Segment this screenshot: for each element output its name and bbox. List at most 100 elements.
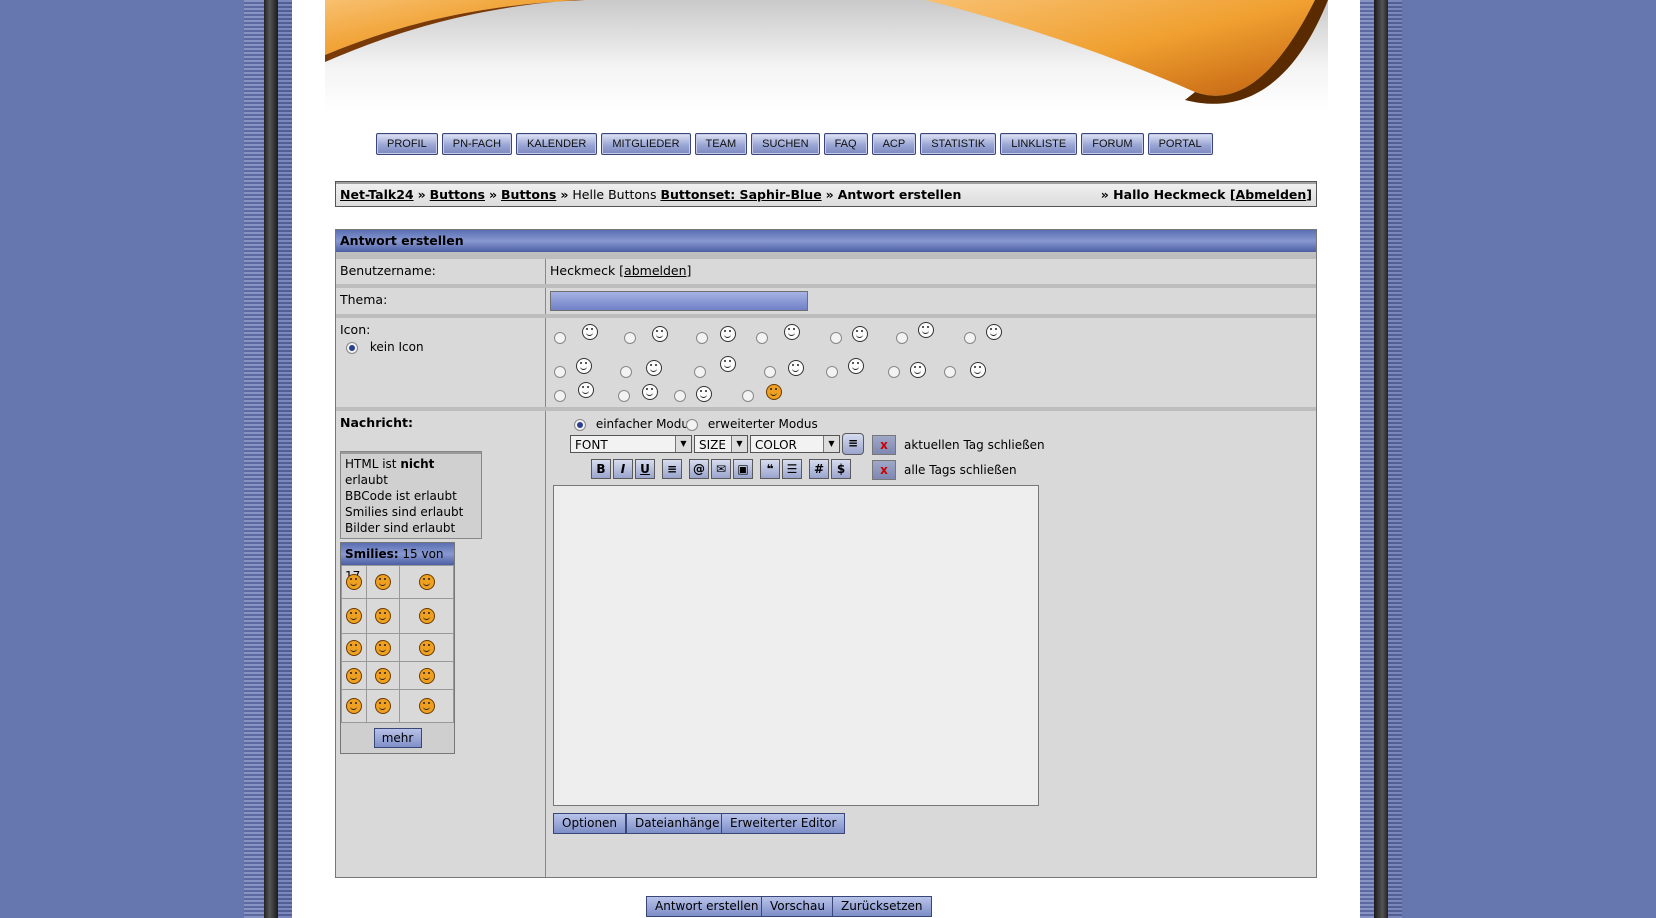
breadcrumb: Net-Talk24 » Buttons » Buttons » Helle B… — [335, 181, 1317, 207]
size-select[interactable]: SIZE ▼ — [694, 435, 748, 453]
breadcrumb-buttons-1[interactable]: Buttons — [430, 187, 485, 202]
close-all-tags-button[interactable]: x — [872, 460, 896, 480]
page: PROFIL PN-FACH KALENDER MITGLIEDER TEAM … — [292, 0, 1360, 918]
icon-radio[interactable] — [674, 389, 686, 402]
logout-link[interactable]: Abmelden — [1236, 187, 1307, 202]
icon-radio[interactable] — [896, 331, 908, 344]
smiley-icon[interactable] — [418, 698, 435, 714]
mode-simple-radio[interactable] — [574, 418, 586, 431]
smiley-icon[interactable] — [346, 667, 362, 684]
icon-radio[interactable] — [944, 365, 956, 378]
icon-radio[interactable] — [554, 365, 566, 378]
icon-radio[interactable] — [618, 389, 630, 402]
nav-pn-fach[interactable]: PN-FACH — [441, 133, 513, 155]
mode-extended-radio[interactable] — [686, 418, 698, 431]
nav-mitglieder[interactable]: MITGLIEDER — [601, 133, 691, 155]
icon-smiley — [696, 386, 712, 402]
abmelden-link[interactable]: [abmelden] — [619, 263, 691, 278]
nav-portal[interactable]: PORTAL — [1147, 133, 1213, 155]
smilies-table — [341, 565, 454, 723]
rule-html-a: HTML ist — [345, 457, 401, 471]
breadcrumb-buttons-2[interactable]: Buttons — [501, 187, 556, 202]
smiley-icon[interactable] — [375, 667, 391, 684]
smiley-icon[interactable] — [418, 667, 435, 684]
smiley-icon[interactable] — [346, 639, 362, 656]
smiley-icon[interactable] — [346, 574, 362, 590]
topic-input[interactable] — [550, 291, 808, 311]
code-icon[interactable]: # — [809, 459, 829, 479]
underline-icon[interactable]: U — [635, 459, 655, 479]
php-icon[interactable]: $ — [831, 459, 851, 479]
icon-radio[interactable] — [888, 365, 900, 378]
palette-button[interactable]: ≡ — [842, 433, 864, 455]
icon-smiley — [646, 360, 662, 376]
icon-radio[interactable] — [826, 365, 838, 378]
preview-button[interactable]: Vorschau — [761, 896, 834, 917]
rule-images: Bilder sind erlaubt — [345, 521, 456, 535]
bold-icon[interactable]: B — [591, 459, 611, 479]
quote-icon[interactable]: ❝ — [760, 459, 780, 479]
icon-radio[interactable] — [554, 331, 566, 344]
nav-forum[interactable]: FORUM — [1081, 133, 1144, 155]
banner-wave — [325, 0, 1328, 104]
smiley-icon[interactable] — [346, 698, 362, 714]
chevron-down-icon: ▼ — [823, 436, 839, 452]
icon-radio[interactable] — [620, 365, 632, 378]
nav-kalender[interactable]: KALENDER — [516, 133, 598, 155]
smiley-icon[interactable] — [418, 608, 435, 624]
extended-editor-button[interactable]: Erweiterter Editor — [721, 813, 846, 834]
icon-smiley — [720, 356, 736, 372]
smiley-icon[interactable] — [375, 639, 391, 656]
icon-radio[interactable] — [764, 365, 776, 378]
color-select[interactable]: COLOR ▼ — [750, 435, 840, 453]
nav-linkliste[interactable]: LINKLISTE — [1000, 133, 1078, 155]
icon-radio[interactable] — [554, 389, 566, 402]
right-rail-dark — [1374, 0, 1388, 918]
icon-radio[interactable] — [696, 331, 708, 344]
icon-radio[interactable] — [742, 389, 754, 402]
email-icon[interactable]: ✉ — [711, 459, 731, 479]
no-icon-option: kein Icon — [346, 340, 424, 354]
nav-statistik[interactable]: STATISTIK — [920, 133, 997, 155]
icon-radio[interactable] — [964, 331, 976, 344]
link-icon[interactable]: @ — [689, 459, 709, 479]
italic-icon[interactable]: I — [613, 459, 633, 479]
attachments-button[interactable]: Dateianhänge — [626, 813, 729, 834]
breadcrumb-buttonset[interactable]: Buttonset: Saphir-Blue — [660, 187, 821, 202]
message-textarea[interactable] — [553, 485, 1039, 806]
icon-radio[interactable] — [694, 365, 706, 378]
icon-radio[interactable] — [624, 331, 636, 344]
nav-faq[interactable]: FAQ — [823, 133, 868, 155]
no-icon-radio[interactable] — [346, 341, 358, 354]
nav-profil[interactable]: PROFIL — [376, 133, 438, 155]
list-icon[interactable]: ☰ — [782, 459, 802, 479]
image-icon[interactable]: ▣ — [733, 459, 753, 479]
align-center-icon[interactable]: ≡ — [662, 459, 682, 479]
nav-team[interactable]: TEAM — [694, 133, 748, 155]
icon-smiley — [766, 384, 782, 400]
close-tag-button[interactable]: x — [872, 435, 896, 455]
smiley-icon[interactable] — [418, 574, 435, 590]
icon-radio[interactable] — [830, 331, 842, 344]
breadcrumb-net-talk24[interactable]: Net-Talk24 — [340, 187, 414, 202]
smiley-icon[interactable] — [346, 608, 362, 624]
reset-button[interactable]: Zurücksetzen — [832, 896, 932, 917]
smiley-icon[interactable] — [375, 698, 391, 714]
smiley-icon[interactable] — [375, 574, 391, 590]
mode-extended-option: erweiterter Modus — [686, 417, 818, 431]
message-editor-area: einfacher Modus erweiterter Modus FONT ▼ … — [546, 411, 1316, 877]
breadcrumb-sep: » — [560, 187, 569, 202]
icon-radio[interactable] — [756, 331, 768, 344]
nav-suchen[interactable]: SUCHEN — [751, 133, 820, 155]
nav-acp[interactable]: ACP — [871, 133, 917, 155]
size-select-value: SIZE — [699, 438, 726, 452]
font-select[interactable]: FONT ▼ — [570, 435, 692, 453]
right-rail-stripe — [1388, 0, 1402, 918]
form-title: Antwort erstellen — [336, 230, 1316, 255]
options-button[interactable]: Optionen — [553, 813, 627, 834]
mode-simple-label: einfacher Modus — [595, 417, 696, 431]
smiley-icon[interactable] — [375, 608, 391, 624]
submit-reply-button[interactable]: Antwort erstellen — [646, 896, 768, 917]
more-smilies-button[interactable]: mehr — [373, 728, 422, 748]
smiley-icon[interactable] — [418, 639, 435, 656]
